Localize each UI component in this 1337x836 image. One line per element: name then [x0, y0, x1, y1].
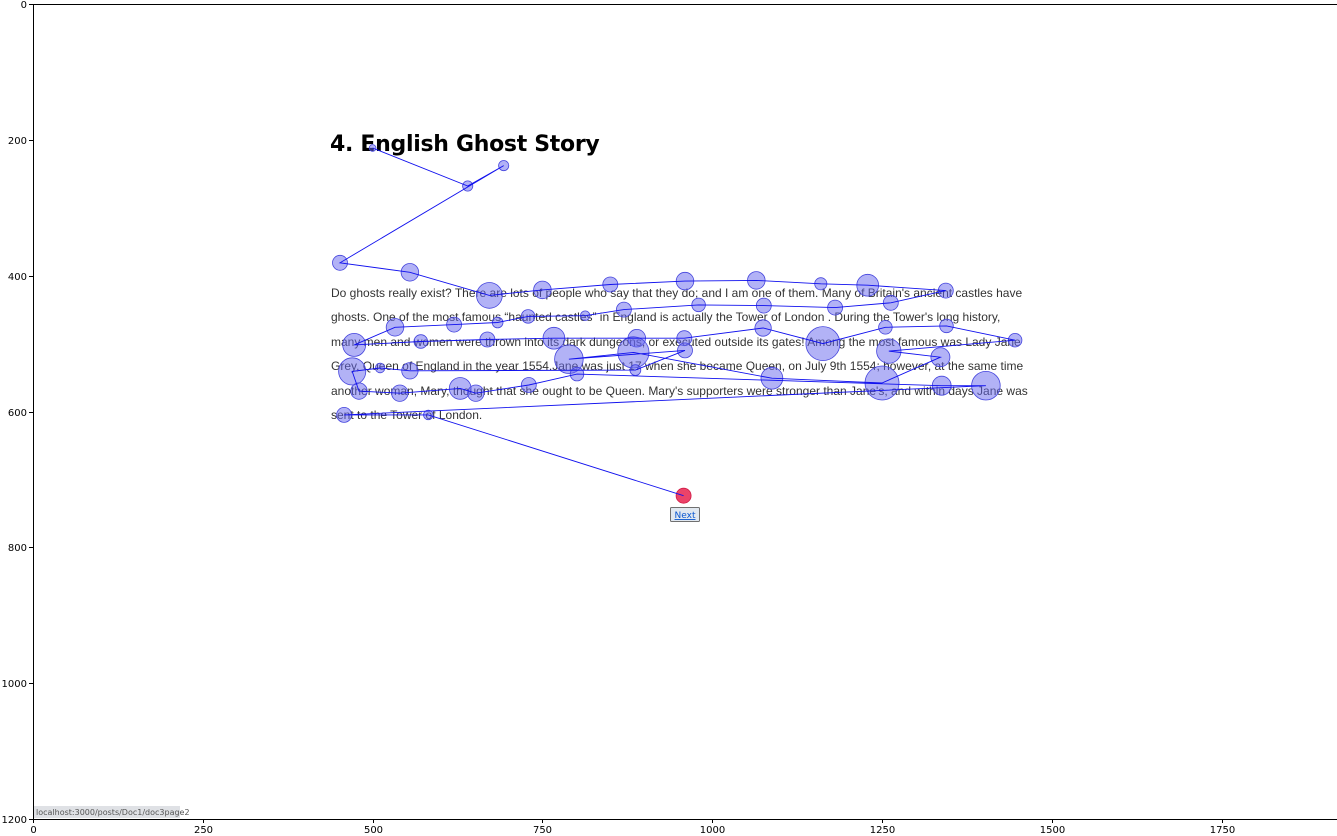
y-tick-label: 200	[8, 136, 27, 147]
body-line: many men and women were thrown into its …	[331, 335, 1021, 349]
x-tick-label: 1000	[700, 825, 725, 836]
x-tick-label: 1500	[1040, 825, 1065, 836]
x-tick-label: 500	[364, 825, 383, 836]
axis-ticks: 0 250 500 750 1000 1250 1500 1750 0 200 400 600 800 1…	[2, 0, 1236, 836]
status-url: localhost:3000/posts/Doc1/doc3page2	[36, 808, 190, 817]
body-line: another woman, Mary, thought that she ou…	[331, 384, 1028, 398]
scanpath-figure: 0 250 500 750 1000 1250 1500 1750 0 200 400 600 800 1…	[2, 0, 1337, 836]
next-button[interactable]: Next	[670, 507, 700, 522]
y-tick-label: 400	[8, 272, 27, 283]
y-tick-label: 1200	[2, 815, 27, 826]
body-line: Do ghosts really exist? There are lots o…	[331, 286, 1022, 300]
status-bar: localhost:3000/posts/Doc1/doc3page2	[34, 806, 190, 818]
page-title: 4. English Ghost Story	[330, 132, 599, 157]
y-tick-label: 1000	[2, 679, 27, 690]
x-tick-label: 250	[194, 825, 213, 836]
x-tick-label: 0	[30, 825, 36, 836]
y-tick-label: 600	[8, 408, 27, 419]
x-tick-label: 750	[533, 825, 552, 836]
x-tick-label: 1250	[870, 825, 895, 836]
y-tick-label: 0	[21, 0, 27, 11]
next-button-label: Next	[675, 511, 696, 521]
y-tick-label: 800	[8, 543, 27, 554]
x-tick-label: 1750	[1210, 825, 1235, 836]
body-line: ghosts. One of the most famous “haunted …	[331, 310, 1000, 324]
